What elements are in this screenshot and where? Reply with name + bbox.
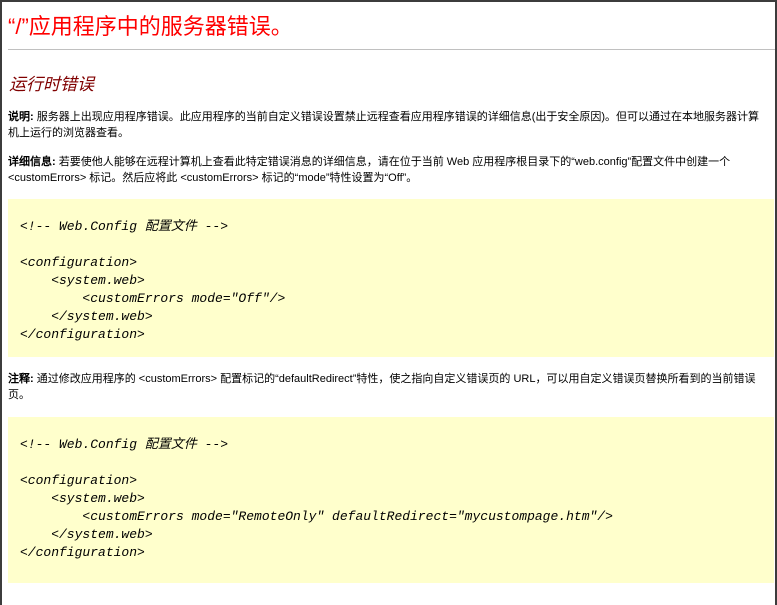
notes-label: 注释: <box>8 373 34 385</box>
code-line: <customErrors mode="RemoteOnly" defaultR… <box>20 509 613 524</box>
code-line: </system.web> <box>20 527 153 542</box>
description-text: 服务器上出现应用程序错误。此应用程序的当前自定义错误设置禁止远程查看应用程序错误… <box>8 111 760 139</box>
code-line: </configuration> <box>20 545 145 560</box>
config-code-block-2: <!-- Web.Config 配置文件 --> <configuration>… <box>8 417 774 583</box>
details-label: 详细信息: <box>8 156 56 168</box>
notes-text: 通过修改应用程序的 <customErrors> 配置标记的“defaultRe… <box>8 373 756 401</box>
code-line: <configuration> <box>20 255 138 270</box>
code-line: </configuration> <box>20 327 145 342</box>
details-text: 若要使他人能够在远程计算机上查看此特定错误消息的详细信息，请在位于当前 Web … <box>8 156 731 184</box>
description-label: 说明: <box>8 111 34 123</box>
config-code-block-1: <!-- Web.Config 配置文件 --> <configuration>… <box>8 199 774 357</box>
divider <box>8 49 775 50</box>
notes-paragraph: 注释: 通过修改应用程序的 <customErrors> 配置标记的“defau… <box>8 371 767 403</box>
details-paragraph: 详细信息: 若要使他人能够在远程计算机上查看此特定错误消息的详细信息，请在位于当… <box>8 154 767 186</box>
code-line: <system.web> <box>20 491 145 506</box>
code-line: <!-- Web.Config 配置文件 --> <box>20 219 229 234</box>
code-line: <system.web> <box>20 273 145 288</box>
page-subtitle: 运行时错误 <box>9 75 94 94</box>
page-title: “/”应用程序中的服务器错误。 <box>8 14 293 39</box>
error-page: “/”应用程序中的服务器错误。 运行时错误 说明: 服务器上出现应用程序错误。此… <box>2 12 775 583</box>
code-line: </system.web> <box>20 309 153 324</box>
description-paragraph: 说明: 服务器上出现应用程序错误。此应用程序的当前自定义错误设置禁止远程查看应用… <box>8 109 767 141</box>
code-line: <configuration> <box>20 473 138 488</box>
code-line: <customErrors mode="Off"/> <box>20 291 286 306</box>
code-line: <!-- Web.Config 配置文件 --> <box>20 437 229 452</box>
